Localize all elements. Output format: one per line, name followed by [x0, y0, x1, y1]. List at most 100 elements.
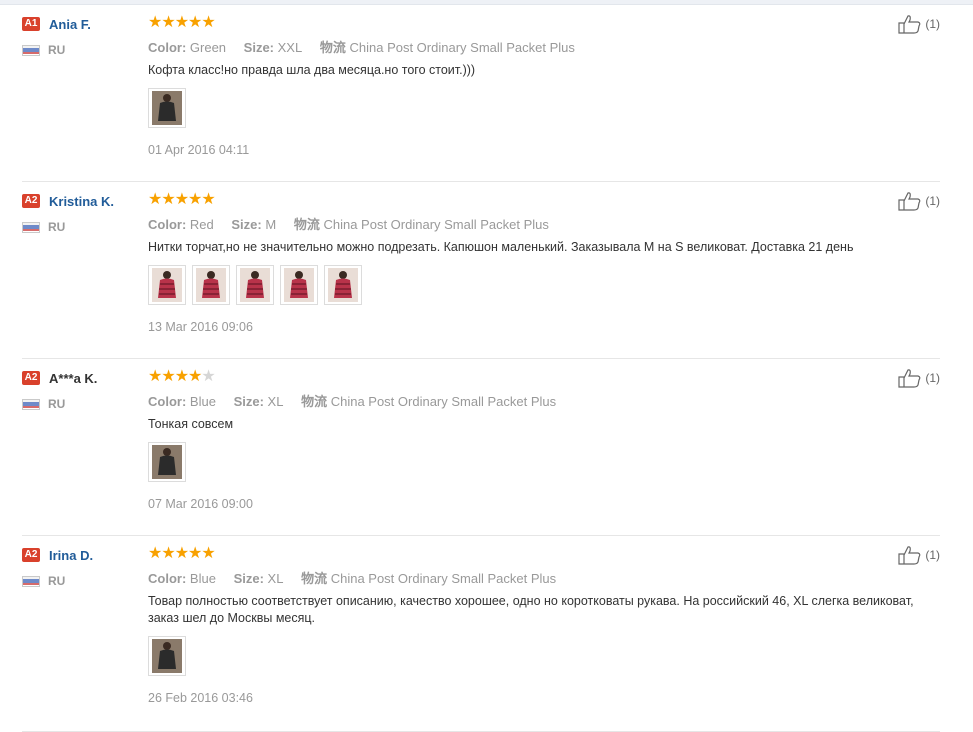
size-value: XL	[267, 394, 284, 409]
thumbs-up-icon	[898, 15, 921, 34]
star-rating: ★ ★ ★ ★ ★	[148, 369, 928, 385]
shipping-label: 物流	[301, 394, 328, 409]
order-attributes: Color: Blue Size: XL 物流 China Post Ordin…	[148, 568, 928, 586]
reviewer-name[interactable]: Kristina K.	[49, 194, 114, 209]
review-text: Кофта класс!но правда шла два месяца.но …	[148, 63, 476, 77]
star-filled-icon: ★	[188, 368, 202, 385]
review-photo-thumbnail[interactable]	[236, 265, 274, 305]
review-text: Тонкая совсем	[148, 417, 234, 431]
reviewer-name[interactable]: Irina D.	[49, 548, 93, 563]
review-photo-thumbnail[interactable]	[324, 265, 362, 305]
size-label: Size:	[233, 571, 264, 586]
shipping-value: China Post Ordinary Small Packet Plus	[349, 40, 575, 55]
color-label: Color:	[148, 40, 187, 55]
review-photo-thumbnail[interactable]	[148, 265, 186, 305]
star-filled-icon: ★	[188, 191, 202, 208]
color-value: Blue	[189, 394, 216, 409]
star-filled-icon: ★	[174, 368, 189, 385]
size-value: XXL	[277, 40, 303, 55]
review-photo-thumbnail[interactable]	[148, 88, 186, 128]
color-value: Red	[189, 217, 214, 232]
review-text: Нитки торчат,но не значительно можно под…	[148, 240, 854, 254]
helpful-button[interactable]: (1)	[898, 545, 940, 565]
star-filled-icon: ★	[174, 545, 189, 562]
star-filled-icon: ★	[201, 14, 215, 31]
helpful-button[interactable]: (1)	[898, 368, 940, 388]
color-label: Color:	[148, 571, 187, 586]
review-photos	[148, 265, 928, 305]
reviewer-info: A1 Ania F. RU	[22, 16, 142, 57]
shipping-label: 物流	[319, 40, 346, 55]
level-badge: A2	[22, 194, 40, 208]
review-photos	[148, 636, 928, 676]
helpful-count: (1)	[925, 548, 940, 562]
helpful-button[interactable]: (1)	[898, 191, 940, 211]
size-label: Size:	[233, 394, 264, 409]
size-label: Size:	[243, 40, 275, 55]
review-photo-thumbnail[interactable]	[148, 636, 186, 676]
helpful-count: (1)	[925, 17, 940, 31]
helpful-count: (1)	[925, 371, 940, 385]
level-badge: A2	[22, 548, 40, 562]
review-photos	[148, 442, 928, 482]
star-filled-icon: ★	[174, 191, 189, 208]
color-label: Color:	[148, 394, 187, 409]
review-photo-thumbnail[interactable]	[192, 265, 230, 305]
star-filled-icon: ★	[161, 545, 175, 562]
review-item: A2 Irina D. RU ★ ★ ★ ★ ★ Color: Blue Size: X…	[22, 536, 940, 732]
star-filled-icon: ★	[161, 191, 175, 208]
star-filled-icon: ★	[188, 545, 202, 562]
helpful-button[interactable]: (1)	[898, 14, 940, 34]
review-date: 07 Mar 2016 09:00	[148, 497, 253, 511]
color-value: Blue	[189, 571, 216, 586]
star-filled-icon: ★	[148, 545, 162, 562]
reviewer-name[interactable]: Ania F.	[49, 17, 91, 32]
review-photo-thumbnail[interactable]	[280, 265, 318, 305]
review-date: 01 Apr 2016 04:11	[148, 143, 250, 157]
order-attributes: Color: Red Size: M 物流 China Post Ordinar…	[148, 214, 928, 232]
reviewer-country: RU	[48, 574, 66, 588]
thumbs-up-icon	[898, 546, 921, 565]
reviewer-country: RU	[48, 220, 66, 234]
helpful-count: (1)	[925, 194, 940, 208]
review-text: Товар полностью соответствует описанию, …	[148, 594, 914, 625]
reviewer-name: A***a K.	[49, 370, 98, 386]
color-value: Green	[189, 40, 227, 55]
star-filled-icon: ★	[188, 14, 202, 31]
reviewer-info: A2 Irina D. RU	[22, 547, 142, 588]
star-rating: ★ ★ ★ ★ ★	[148, 546, 928, 562]
russia-flag-icon	[22, 575, 40, 587]
review-date: 26 Feb 2016 03:46	[148, 691, 253, 705]
thumbs-up-icon	[898, 369, 921, 388]
shipping-value: China Post Ordinary Small Packet Plus	[330, 571, 557, 586]
star-filled-icon: ★	[161, 368, 175, 385]
shipping-label: 物流	[293, 217, 320, 232]
russia-flag-icon	[22, 398, 40, 410]
review-date: 13 Mar 2016 09:06	[148, 320, 253, 334]
star-filled-icon: ★	[148, 14, 162, 31]
star-filled-icon: ★	[174, 14, 189, 31]
russia-flag-icon	[22, 221, 40, 233]
size-value: M	[265, 217, 277, 232]
review-content: ★ ★ ★ ★ ★ Color: Blue Size: XL 物流 China Post…	[148, 546, 928, 705]
reviewer-country: RU	[48, 397, 66, 411]
review-photo-thumbnail[interactable]	[148, 442, 186, 482]
order-attributes: Color: Green Size: XXL 物流 China Post Ord…	[148, 37, 928, 55]
review-content: ★ ★ ★ ★ ★ Color: Red Size: M 物流 China Post O…	[148, 192, 928, 334]
reviewer-info: A2 A***a K. RU	[22, 370, 142, 411]
review-content: ★ ★ ★ ★ ★ Color: Green Size: XXL 物流 China Po…	[148, 15, 928, 157]
size-label: Size:	[231, 217, 262, 232]
level-badge: A2	[22, 371, 40, 385]
star-filled-icon: ★	[201, 191, 215, 208]
star-empty-icon: ★	[201, 368, 215, 385]
review-item: A2 A***a K. RU ★ ★ ★ ★ ★ Color: Blue Size: X…	[22, 359, 940, 536]
review-photos	[148, 88, 928, 128]
star-filled-icon: ★	[148, 368, 162, 385]
review-item: A2 Kristina K. RU ★ ★ ★ ★ ★ Color: Red Size:…	[22, 182, 940, 359]
size-value: XL	[267, 571, 284, 586]
shipping-value: China Post Ordinary Small Packet Plus	[323, 217, 549, 232]
star-rating: ★ ★ ★ ★ ★	[148, 15, 928, 31]
russia-flag-icon	[22, 44, 40, 56]
star-filled-icon: ★	[161, 14, 175, 31]
shipping-label: 物流	[301, 571, 328, 586]
